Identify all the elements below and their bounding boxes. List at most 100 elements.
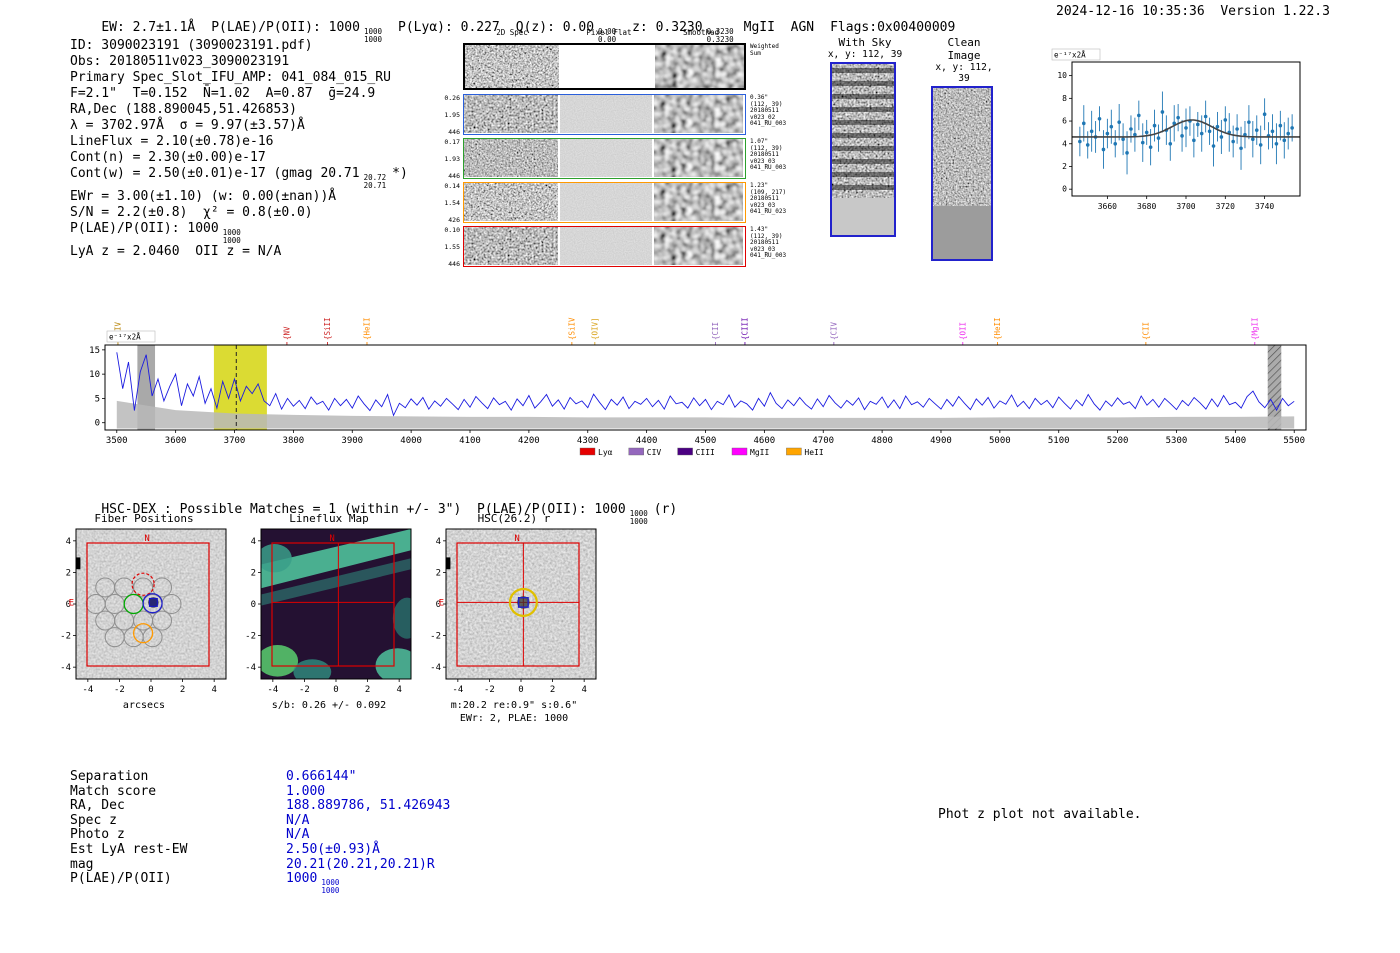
y-tick-label: 15 bbox=[89, 346, 100, 356]
obs-line: Obs: 20180511v023_3090023191 bbox=[70, 54, 290, 69]
flags-value: Flags:0x00400009 bbox=[830, 20, 956, 35]
match-field-value: 0.666144" bbox=[286, 769, 357, 784]
y-tick-label: 0 bbox=[95, 419, 100, 429]
x-tick-label: 5300 bbox=[1166, 436, 1188, 446]
data-point bbox=[1144, 130, 1149, 135]
match-field-label: Separation bbox=[70, 769, 149, 784]
pixel-flat-image bbox=[560, 227, 652, 265]
y-tick-label: 0 bbox=[251, 600, 256, 610]
x-tick-label: 4 bbox=[211, 685, 216, 695]
x-tick-label: 4400 bbox=[636, 436, 658, 446]
pixel-flat-image bbox=[560, 95, 652, 133]
east-label: E bbox=[439, 598, 444, 608]
cutout-row-images bbox=[463, 138, 746, 179]
hsc-caption-ewr: EWr: 2, PLAE: 1000 bbox=[459, 713, 569, 724]
y-tick-label: 6 bbox=[1062, 117, 1067, 126]
data-point bbox=[1235, 127, 1239, 131]
data-point bbox=[1199, 131, 1204, 136]
data-point bbox=[1121, 137, 1125, 142]
y-tick-label: 5 bbox=[95, 394, 100, 404]
scale-value: 0.26 bbox=[444, 94, 460, 102]
sky-stripe bbox=[832, 107, 894, 112]
twod-spec-image bbox=[464, 139, 558, 177]
sky-stripe bbox=[832, 185, 894, 190]
annotation-line: 041_RU_023 bbox=[750, 208, 787, 215]
y-tick-label: 8 bbox=[1062, 94, 1067, 103]
noise-texture bbox=[654, 95, 743, 133]
cutout-row-images bbox=[463, 182, 746, 223]
scale-value: 446 bbox=[448, 260, 460, 268]
panel-content bbox=[446, 529, 596, 679]
match-field-value: 1000 bbox=[286, 871, 318, 887]
data-point bbox=[1195, 122, 1200, 127]
match-table-row: P(LAE)/P(OII) 1000 1000 1000 bbox=[70, 871, 450, 894]
data-point bbox=[1180, 134, 1184, 138]
data-point bbox=[1117, 120, 1121, 124]
y-tick-label: 4 bbox=[251, 537, 256, 547]
noise-texture bbox=[560, 183, 652, 221]
data-point bbox=[1286, 131, 1291, 136]
seeing-line: F=2.1" T=0.152 N̄=1.02 A=0.87 ḡ=24.9 bbox=[70, 86, 376, 101]
x-tick-label: 3680 bbox=[1137, 202, 1156, 211]
match-field-label: P(LAE)/P(OII) bbox=[70, 871, 172, 887]
smoothed-image bbox=[655, 45, 744, 88]
plae-poii-value: P(LAE)/P(OII): 1000 bbox=[211, 20, 360, 35]
x-tick-label: 3740 bbox=[1255, 202, 1274, 211]
noise-texture bbox=[464, 227, 558, 265]
match-field-value: 188.889786, 51.426943 bbox=[286, 798, 451, 814]
lineflux-map-title: Lineflux Map bbox=[289, 512, 369, 525]
scale-value: 1.55 bbox=[444, 243, 460, 251]
data-point bbox=[1125, 151, 1129, 155]
sn-line: S/N = 2.2(±0.8) χ² = 0.8(±0.0) bbox=[70, 205, 313, 220]
timestamp-version: 2024-12-16 10:35:36 Version 1.22.3 bbox=[1056, 4, 1330, 19]
lineflux-line: LineFlux = 2.10(±0.78)e-16 bbox=[70, 134, 274, 149]
spectrum-line bbox=[116, 352, 1295, 417]
match-field-value: 20.21(20.21,20.21)R bbox=[286, 856, 435, 872]
sky-stripe bbox=[832, 133, 894, 138]
data-point bbox=[1097, 116, 1102, 121]
photz-note: Phot z plot not available. bbox=[938, 807, 1142, 822]
emission-line-label: {SiIV bbox=[567, 317, 576, 340]
data-point bbox=[1140, 140, 1145, 145]
annotation-line: 041_RU_003 bbox=[750, 252, 787, 259]
x-tick-label: 3600 bbox=[165, 436, 187, 446]
emission-line-label: {NV bbox=[282, 326, 291, 340]
y-tick-label: 4 bbox=[436, 537, 441, 547]
data-point bbox=[1207, 129, 1212, 134]
annotation-line: 041_RU_003 bbox=[750, 120, 787, 127]
noise-texture bbox=[654, 139, 743, 177]
x-tick-label: 3900 bbox=[341, 436, 363, 446]
gmag-range: 20.72 20.71 bbox=[363, 173, 387, 190]
cutout-row-annotation: 1.07" (112, 39) 20180511 v023_03 041_RU_003 bbox=[750, 138, 786, 172]
data-point bbox=[1231, 139, 1235, 144]
legend-label: Lyα bbox=[598, 448, 613, 457]
match-field-label: Est LyA rest-EW bbox=[70, 841, 188, 857]
smoothed-image bbox=[654, 95, 743, 133]
y-tick-label: -2 bbox=[430, 632, 441, 642]
lineflux-map-panel: Lineflux Map -4 -4 -2 -2 0 0 2 2 4 4 N s/b: 0.26 +… bbox=[241, 512, 417, 727]
sky-bottom-fill bbox=[832, 198, 894, 235]
noise-texture bbox=[465, 45, 559, 88]
cutout-row-scale: 0.26 1.95 446 bbox=[440, 94, 461, 136]
noise-texture bbox=[464, 139, 558, 177]
x-tick-label: 3660 bbox=[1098, 202, 1117, 211]
legend-label: MgII bbox=[750, 448, 769, 457]
x-tick-label: 4500 bbox=[695, 436, 717, 446]
data-point bbox=[1137, 113, 1141, 118]
data-point bbox=[1223, 118, 1228, 122]
fiber-positions-plot: -4-4-2-2002244 NE bbox=[60, 528, 227, 695]
scale-value: 446 bbox=[448, 128, 460, 136]
scale-value: 1.54 bbox=[444, 199, 460, 207]
data-point bbox=[1270, 129, 1275, 134]
y-tick-label: 2 bbox=[251, 568, 256, 578]
x-tick-label: 2 bbox=[180, 685, 185, 695]
sky-stripe bbox=[832, 68, 894, 73]
cutout-row-scale: 0.14 1.54 426 bbox=[440, 182, 461, 224]
match-field-label: mag bbox=[70, 856, 94, 872]
pixel-flat-image bbox=[560, 183, 652, 221]
lineflux-map-plot: -4 -4 -2 -2 0 0 2 2 4 4 N bbox=[245, 528, 412, 695]
error-band bbox=[116, 400, 1295, 429]
north-label: N bbox=[144, 534, 149, 544]
clean-image bbox=[931, 86, 993, 261]
y-tick-label: 2 bbox=[436, 568, 441, 578]
